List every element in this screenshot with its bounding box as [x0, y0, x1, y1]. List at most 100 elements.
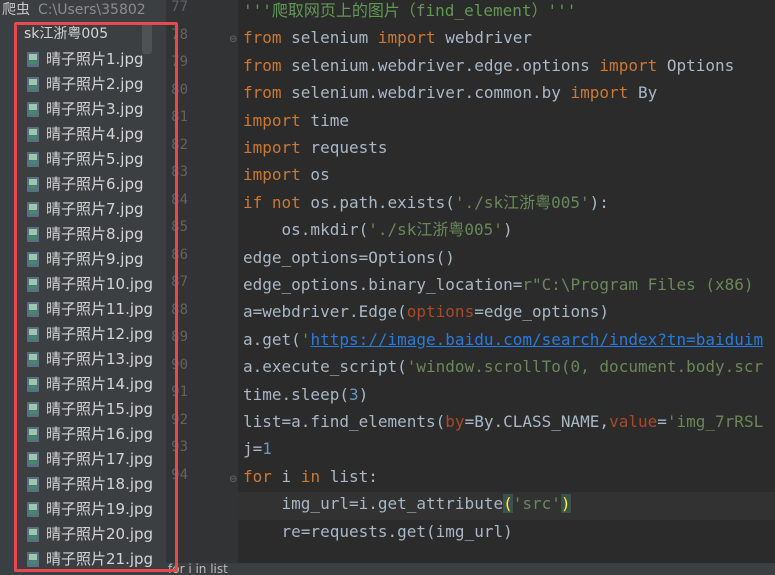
code-token: =edge_options) — [474, 302, 610, 322]
code-line: a.execute_script('window.scrollTo(0, doc… — [243, 357, 763, 377]
file-name: 晴子照片9.jpg — [46, 250, 144, 268]
file-name: 晴子照片2.jpg — [46, 75, 144, 93]
fold-icon[interactable]: ⊖ — [229, 474, 237, 486]
tree-folder[interactable]: sk江浙粤005 — [24, 25, 108, 43]
file-name: 晴子照片20.jpg — [46, 525, 154, 543]
code-token: re=requests.get(img_url) — [243, 521, 513, 541]
file-item[interactable]: 晴子照片20.jpg — [24, 523, 164, 545]
image-file-icon — [27, 377, 39, 392]
code-token: selenium.webdriver.common.by — [281, 83, 571, 103]
image-file-icon — [27, 302, 39, 317]
file-item[interactable]: 晴子照片6.jpg — [24, 173, 164, 195]
line-number: 80 — [171, 81, 188, 98]
code-token: r"C:\Program Files (x86) — [522, 275, 754, 294]
file-item[interactable]: 晴子照片9.jpg — [24, 248, 164, 270]
code-token: by — [445, 412, 465, 431]
line-number: 90 — [171, 356, 188, 373]
code-token: webdriver — [435, 28, 532, 48]
file-item[interactable]: 晴子照片19.jpg — [24, 498, 164, 520]
code-token: i — [271, 466, 301, 486]
code-token: selenium — [281, 28, 378, 48]
code-token: requests — [300, 138, 388, 157]
code-token: a.execute_script( — [243, 357, 407, 377]
file-item[interactable]: 晴子照片16.jpg — [24, 423, 164, 445]
line-number: 77 — [171, 0, 188, 15]
file-item[interactable]: 晴子照片12.jpg — [24, 323, 164, 345]
code-line: edge_options=Options() — [243, 248, 455, 268]
code-line: for i in list: — [243, 467, 378, 487]
project-path: C:\Users\35802 — [38, 2, 146, 18]
code-line: import os — [243, 165, 330, 185]
project-header[interactable]: 爬虫 C:\Users\35802 — [0, 0, 166, 22]
code-token: './sk江浙粤005' — [368, 220, 503, 240]
code-token: ): — [589, 192, 609, 212]
file-name: 晴子照片12.jpg — [46, 325, 154, 343]
line-number: 86 — [171, 246, 188, 263]
file-item[interactable]: 晴子照片7.jpg — [24, 198, 164, 220]
code-token: for — [243, 466, 272, 486]
code-line: a=webdriver.Edge(options=edge_options) — [243, 302, 609, 322]
file-item[interactable]: 晴子照片2.jpg — [24, 73, 164, 95]
code-token: if not — [243, 192, 301, 212]
code-token: os.path.exists( — [300, 192, 455, 212]
code-token: '''爬取网页上的图片（find_element）''' — [243, 1, 577, 20]
image-file-icon — [27, 252, 39, 267]
image-file-icon — [27, 102, 39, 117]
line-number: 94 — [171, 466, 188, 483]
image-file-icon — [27, 177, 39, 192]
image-file-icon — [27, 127, 39, 142]
code-token: ( — [503, 494, 513, 514]
code-token: 'src' — [512, 494, 561, 514]
file-name: 晴子照片14.jpg — [46, 375, 154, 393]
project-tree-panel: 爬虫 C:\Users\35802 sk江浙粤005 晴子照片1.jpg 晴子照片… — [0, 0, 166, 575]
file-name: 晴子照片4.jpg — [46, 125, 144, 143]
file-name: 晴子照片3.jpg — [46, 100, 144, 118]
code-token: os.mkdir( — [243, 220, 369, 240]
file-item[interactable]: 晴子照片13.jpg — [24, 348, 164, 370]
code-line: j=1 — [243, 439, 272, 459]
code-token: ) — [560, 494, 571, 514]
file-item[interactable]: 晴子照片18.jpg — [24, 473, 164, 495]
file-item[interactable]: 晴子照片11.jpg — [24, 298, 164, 320]
code-line: os.mkdir('./sk江浙粤005') — [243, 220, 513, 240]
image-file-icon — [27, 52, 39, 67]
code-token: import — [243, 110, 301, 130]
image-file-icon — [27, 352, 39, 367]
fold-icon[interactable]: ⊖ — [229, 34, 237, 46]
file-item[interactable]: 晴子照片14.jpg — [24, 373, 164, 395]
line-number: 79 — [171, 54, 188, 70]
file-item[interactable]: 晴子照片10.jpg — [24, 273, 164, 295]
code-token: a.get( — [243, 329, 301, 349]
line-number: 88 — [171, 301, 188, 318]
file-item[interactable]: 晴子照片3.jpg — [24, 98, 164, 120]
code-token: time.sleep( — [243, 384, 349, 404]
image-file-icon — [27, 402, 39, 417]
code-line: a.get('https://image.baidu.com/search/in… — [243, 330, 763, 350]
code-line: '''爬取网页上的图片（find_element）''' — [243, 1, 576, 21]
file-item[interactable]: 晴子照片4.jpg — [24, 123, 164, 145]
image-file-icon — [27, 202, 39, 217]
code-line: time.sleep(3) — [243, 385, 368, 405]
image-file-icon — [27, 152, 39, 167]
file-item[interactable]: 晴子照片21.jpg — [24, 548, 164, 570]
file-item[interactable]: 晴子照片15.jpg — [24, 398, 164, 420]
tree-scrollbar[interactable] — [142, 22, 152, 54]
file-name: 晴子照片18.jpg — [46, 475, 154, 493]
file-item[interactable]: 晴子照片5.jpg — [24, 148, 164, 170]
code-token: ' — [300, 329, 311, 349]
code-token: edge_options.binary_location= — [243, 275, 523, 294]
image-file-icon — [27, 452, 39, 467]
code-token: import — [243, 138, 301, 157]
line-number: 92 — [171, 411, 188, 428]
code-line: list=a.find_elements(by=By.CLASS_NAME,va… — [243, 412, 763, 432]
code-token: ) — [502, 220, 513, 240]
project-name: 爬虫 — [2, 2, 30, 18]
line-number: 82 — [171, 136, 188, 153]
line-number: 78 — [171, 26, 188, 43]
file-item[interactable]: 晴子照片17.jpg — [24, 448, 164, 470]
code-token: os — [300, 165, 330, 185]
file-item[interactable]: 晴子照片8.jpg — [24, 223, 164, 245]
image-file-icon — [27, 477, 39, 492]
file-name: 晴子照片17.jpg — [46, 450, 154, 468]
code-token: selenium.webdriver.edge.options — [281, 55, 600, 75]
